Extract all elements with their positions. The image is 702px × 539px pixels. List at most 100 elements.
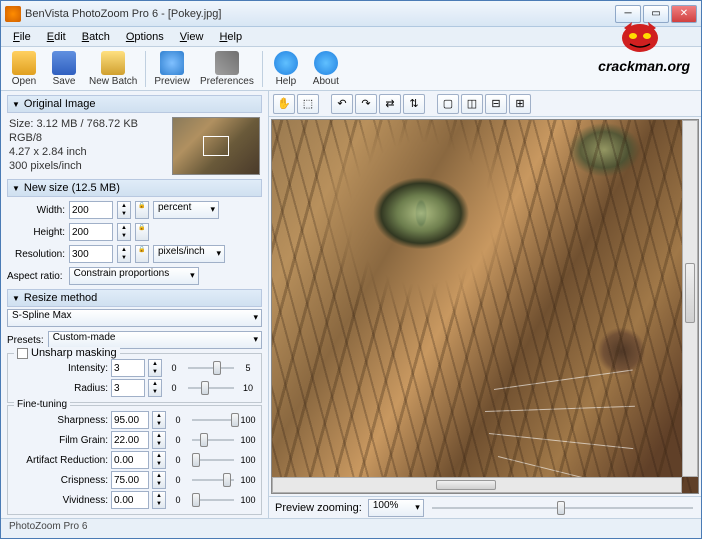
dim-text: 4.27 x 2.84 inch xyxy=(9,145,166,159)
crispness-spinner[interactable]: ▲▼ xyxy=(152,471,166,489)
resize-method-header[interactable]: Resize method xyxy=(7,289,262,307)
height-input[interactable] xyxy=(69,223,113,241)
help-button[interactable]: Help xyxy=(269,49,303,89)
sharpness-input[interactable] xyxy=(111,411,149,429)
hand-tool-button[interactable]: ✋ xyxy=(273,94,295,114)
left-panel: Original Image Size: 3.12 MB / 768.72 KB… xyxy=(1,91,269,518)
width-unit-select[interactable]: percent xyxy=(153,201,219,219)
whisker-decoration xyxy=(493,369,632,389)
height-lock[interactable]: 🔒 xyxy=(135,223,149,241)
resolution-lock[interactable]: 🔒 xyxy=(135,245,149,263)
intensity-spinner[interactable]: ▲▼ xyxy=(148,359,162,377)
vividness-slider[interactable] xyxy=(192,493,234,507)
save-button[interactable]: Save xyxy=(47,49,81,89)
radius-max: 10 xyxy=(239,383,257,393)
close-button[interactable]: ✕ xyxy=(671,5,697,23)
vividness-spinner[interactable]: ▲▼ xyxy=(152,491,166,509)
intensity-min: 0 xyxy=(165,363,183,373)
overlay-logo xyxy=(618,14,662,58)
artifact-spinner[interactable]: ▲▼ xyxy=(152,451,166,469)
folder-open-icon xyxy=(12,51,36,75)
preferences-button[interactable]: Preferences xyxy=(198,49,256,89)
view-split-h-button[interactable]: ◫ xyxy=(461,94,483,114)
open-button[interactable]: Open xyxy=(7,49,41,89)
preview-area[interactable] xyxy=(271,119,699,494)
resolution-spinner[interactable]: ▲▼ xyxy=(117,245,131,263)
preview-button[interactable]: Preview xyxy=(152,49,192,89)
vertical-scrollbar[interactable] xyxy=(682,120,698,477)
window-title: BenVista PhotoZoom Pro 6 - [Pokey.jpg] xyxy=(25,8,615,20)
unsharp-group: Unsharp masking Intensity: ▲▼ 0 5 Radius… xyxy=(7,353,262,403)
crop-tool-button[interactable]: ⬚ xyxy=(297,94,319,114)
width-label: Width: xyxy=(7,205,65,216)
whisker-decoration xyxy=(485,406,635,412)
radius-slider[interactable] xyxy=(188,381,234,395)
app-icon xyxy=(5,6,21,22)
intensity-label: Intensity: xyxy=(12,363,108,374)
vividness-input[interactable] xyxy=(111,491,149,509)
radius-label: Radius: xyxy=(12,383,108,394)
view-split-v-button[interactable]: ⊟ xyxy=(485,94,507,114)
radius-min: 0 xyxy=(165,383,183,393)
horizontal-scrollbar[interactable] xyxy=(272,477,682,493)
new-batch-button[interactable]: New Batch xyxy=(87,49,139,89)
film-grain-slider[interactable] xyxy=(192,433,234,447)
resolution-label: Resolution: xyxy=(7,249,65,260)
menu-options[interactable]: Options xyxy=(118,29,172,45)
about-button[interactable]: About xyxy=(309,49,343,89)
rotate-left-button[interactable]: ↶ xyxy=(331,94,353,114)
right-panel: ✋ ⬚ ↶ ↷ ⇄ ⇅ ▢ ◫ ⊟ ⊞ Preview zooming: 100… xyxy=(269,91,701,518)
resize-method-select[interactable]: S-Spline Max xyxy=(7,309,262,327)
flip-h-button[interactable]: ⇄ xyxy=(379,94,401,114)
sharpness-label: Sharpness: xyxy=(12,415,108,426)
sharpness-slider[interactable] xyxy=(192,413,234,427)
film-grain-input[interactable] xyxy=(111,431,149,449)
zoom-select[interactable]: 100% xyxy=(368,499,424,517)
presets-label: Presets: xyxy=(7,335,44,346)
radius-spinner[interactable]: ▲▼ xyxy=(148,379,162,397)
flip-v-button[interactable]: ⇅ xyxy=(403,94,425,114)
sharpness-spinner[interactable]: ▲▼ xyxy=(152,411,166,429)
film-grain-spinner[interactable]: ▲▼ xyxy=(152,431,166,449)
view-single-button[interactable]: ▢ xyxy=(437,94,459,114)
menu-edit[interactable]: Edit xyxy=(39,29,74,45)
original-image-header[interactable]: Original Image xyxy=(7,95,262,113)
film-grain-label: Film Grain: xyxy=(12,435,108,446)
crispness-slider[interactable] xyxy=(192,473,234,487)
view-quad-button[interactable]: ⊞ xyxy=(509,94,531,114)
aspect-ratio-select[interactable]: Constrain proportions xyxy=(69,267,199,285)
width-spinner[interactable]: ▲▼ xyxy=(117,201,131,219)
titlebar: BenVista PhotoZoom Pro 6 - [Pokey.jpg] ─… xyxy=(1,1,701,27)
menu-batch[interactable]: Batch xyxy=(74,29,118,45)
height-spinner[interactable]: ▲▼ xyxy=(117,223,131,241)
fine-tuning-label: Fine-tuning xyxy=(14,399,70,410)
aspect-ratio-label: Aspect ratio: xyxy=(7,271,63,282)
menu-file[interactable]: File xyxy=(5,29,39,45)
menu-view[interactable]: View xyxy=(172,29,212,45)
intensity-input[interactable] xyxy=(111,359,145,377)
eye-icon xyxy=(160,51,184,75)
width-lock[interactable]: 🔒 xyxy=(135,201,149,219)
intensity-slider[interactable] xyxy=(188,361,234,375)
rotate-right-button[interactable]: ↷ xyxy=(355,94,377,114)
thumbnail-navigator[interactable] xyxy=(172,117,260,175)
whisker-decoration xyxy=(489,433,633,449)
new-size-header[interactable]: New size (12.5 MB) xyxy=(7,179,262,197)
res-text: 300 pixels/inch xyxy=(9,159,166,173)
crispness-input[interactable] xyxy=(111,471,149,489)
preview-image xyxy=(272,120,698,493)
watermark-text: crackman.org xyxy=(598,58,690,74)
menu-help[interactable]: Help xyxy=(211,29,250,45)
zoom-slider[interactable] xyxy=(432,501,693,515)
tools-icon xyxy=(215,51,239,75)
unsharp-label: Unsharp masking xyxy=(31,347,117,359)
width-input[interactable] xyxy=(69,201,113,219)
artifact-input[interactable] xyxy=(111,451,149,469)
artifact-slider[interactable] xyxy=(192,453,234,467)
resolution-unit-select[interactable]: pixels/inch xyxy=(153,245,225,263)
toolbar-divider xyxy=(145,51,146,87)
resolution-input[interactable] xyxy=(69,245,113,263)
radius-input[interactable] xyxy=(111,379,145,397)
fine-tuning-group: Fine-tuning Sharpness: ▲▼ 0 100 Film Gra… xyxy=(7,405,262,515)
unsharp-checkbox[interactable] xyxy=(17,348,28,359)
